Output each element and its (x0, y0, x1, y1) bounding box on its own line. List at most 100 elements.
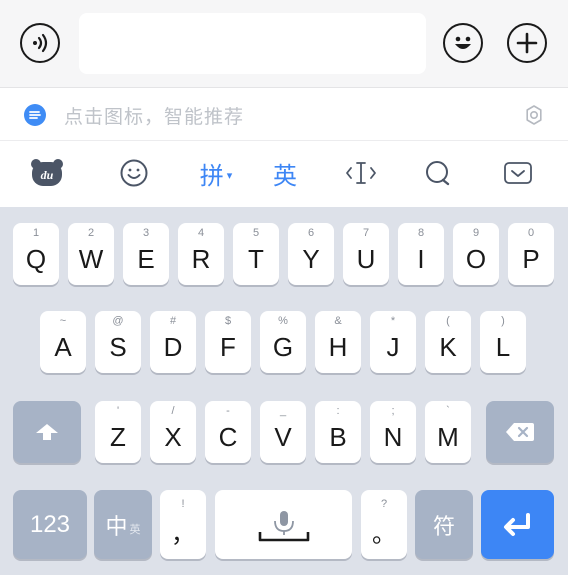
key-label: H (328, 331, 348, 362)
key-label: Q (25, 243, 47, 274)
key-e[interactable]: 3E (123, 223, 169, 285)
key-sub-label: ; (391, 405, 395, 417)
key-z[interactable]: ' Z (95, 401, 141, 463)
key-m[interactable]: ` M (425, 401, 471, 463)
key-k[interactable]: (K (425, 311, 471, 373)
key-sub-label: 1 (32, 227, 40, 239)
gear-icon[interactable] (523, 104, 545, 131)
key-s[interactable]: @ S (95, 311, 141, 373)
key-f[interactable]: $ F (205, 311, 251, 373)
key-label: 。 (372, 521, 396, 548)
key-sub-label: 4 (197, 227, 205, 239)
emoji-face-icon[interactable] (443, 23, 483, 63)
key-j[interactable]: * J (370, 311, 416, 373)
key-l[interactable]: ) L (480, 311, 526, 373)
key-sub-label: 3 (142, 227, 150, 239)
key-label: P (522, 243, 540, 274)
enter-key[interactable] (481, 490, 554, 559)
message-input[interactable] (79, 13, 426, 74)
numbers-key[interactable]: 123 (13, 490, 87, 559)
key-d[interactable]: # D (150, 311, 196, 373)
key-label: O (465, 243, 487, 274)
key-label: ， (171, 521, 195, 548)
key-sub-label: @ (112, 315, 124, 327)
key-label: L (495, 331, 511, 362)
shift-key[interactable] (13, 401, 81, 463)
key-n[interactable]: ; N (370, 401, 416, 463)
backspace-icon (506, 423, 534, 441)
key-a[interactable]: ~ A (40, 311, 86, 373)
key-p[interactable]: 0P (508, 223, 554, 285)
suggestion-strip: 点击图标，智能推荐 (0, 89, 568, 141)
text-cursor-icon[interactable] (343, 155, 379, 191)
du-logo-icon[interactable] (24, 104, 46, 126)
key-sub-label: ) (501, 315, 505, 327)
key-sub-label: 2 (87, 227, 95, 239)
english-label: 英 (273, 162, 297, 190)
key-label: U (356, 243, 376, 274)
key-label: M (437, 421, 459, 452)
search-icon[interactable] (420, 155, 456, 191)
key-sub-label: 7 (362, 227, 370, 239)
key-sub-label: / (171, 405, 175, 417)
key-label: T (248, 243, 264, 274)
backspace-key[interactable] (486, 401, 554, 463)
key-w[interactable]: 2W (68, 223, 114, 285)
space-key[interactable] (215, 490, 352, 559)
key-label: E (137, 243, 155, 274)
keyboard: 1Q 2W 3E 4R 5T 6Y 7U 8I 9O 0P ~ A @ S # D $… (0, 207, 568, 575)
key-sub-label: ! (181, 498, 185, 510)
key-q[interactable]: 1Q (13, 223, 59, 285)
smart-suggest-hint[interactable]: 点击图标，智能推荐 (64, 102, 244, 129)
key-sub-label: ( (446, 315, 450, 327)
key-sub-label: 6 (307, 227, 315, 239)
symbols-key[interactable]: 符 (415, 490, 473, 559)
ime-toolbar: du 拼 ▾ 英 (0, 141, 568, 207)
hide-keyboard-icon[interactable] (500, 155, 536, 191)
comma-key[interactable]: !， (160, 490, 206, 559)
key-u[interactable]: 7U (343, 223, 389, 285)
key-sub-label: ` (446, 405, 450, 417)
key-g[interactable]: % G (260, 311, 306, 373)
key-h[interactable]: & H (315, 311, 361, 373)
key-label: A (54, 331, 72, 362)
du-bear-icon[interactable]: du (30, 155, 64, 191)
pinyin-label: 拼 (199, 162, 224, 190)
key-label: Y (302, 243, 320, 274)
key-r[interactable]: 4R (178, 223, 224, 285)
key-i[interactable]: 8I (398, 223, 444, 285)
key-v[interactable]: _ V (260, 401, 306, 463)
key-label: Z (110, 421, 126, 452)
key-label: V (274, 421, 292, 452)
key-sub-label: 9 (472, 227, 480, 239)
shift-arrow-icon (36, 424, 58, 440)
return-arrow-icon (503, 512, 530, 536)
key-label: 中 (105, 513, 128, 539)
key-t[interactable]: 5T (233, 223, 279, 285)
plus-icon[interactable] (507, 23, 547, 63)
key-sub-label: 0 (527, 227, 535, 239)
key-label: 符 (432, 513, 455, 539)
key-label: F (220, 331, 236, 362)
key-c[interactable]: -C (205, 401, 251, 463)
smiley-icon[interactable] (117, 155, 151, 191)
key-label: I (417, 243, 425, 274)
key-sub-label: & (334, 315, 342, 327)
microphone-icon (258, 510, 309, 541)
language-switch-key[interactable]: 中英 (94, 490, 152, 559)
key-sub-label: $ (224, 315, 232, 327)
voice-waves-icon[interactable] (20, 23, 60, 63)
key-sub-label: - (226, 405, 230, 417)
key-x[interactable]: / X (150, 401, 196, 463)
key-label: G (272, 331, 294, 362)
english-mode-button[interactable]: 英 (268, 155, 302, 191)
key-label: 123 (29, 510, 71, 538)
key-o[interactable]: 9O (453, 223, 499, 285)
period-key[interactable]: ?。 (361, 490, 407, 559)
key-y[interactable]: 6Y (288, 223, 334, 285)
key-sub-label: _ (279, 405, 287, 417)
key-b[interactable]: :B (315, 401, 361, 463)
chevron-down-icon: ▾ (226, 169, 233, 182)
svg-text:du: du (41, 168, 54, 182)
pinyin-mode-button[interactable]: 拼 ▾ (190, 155, 242, 191)
